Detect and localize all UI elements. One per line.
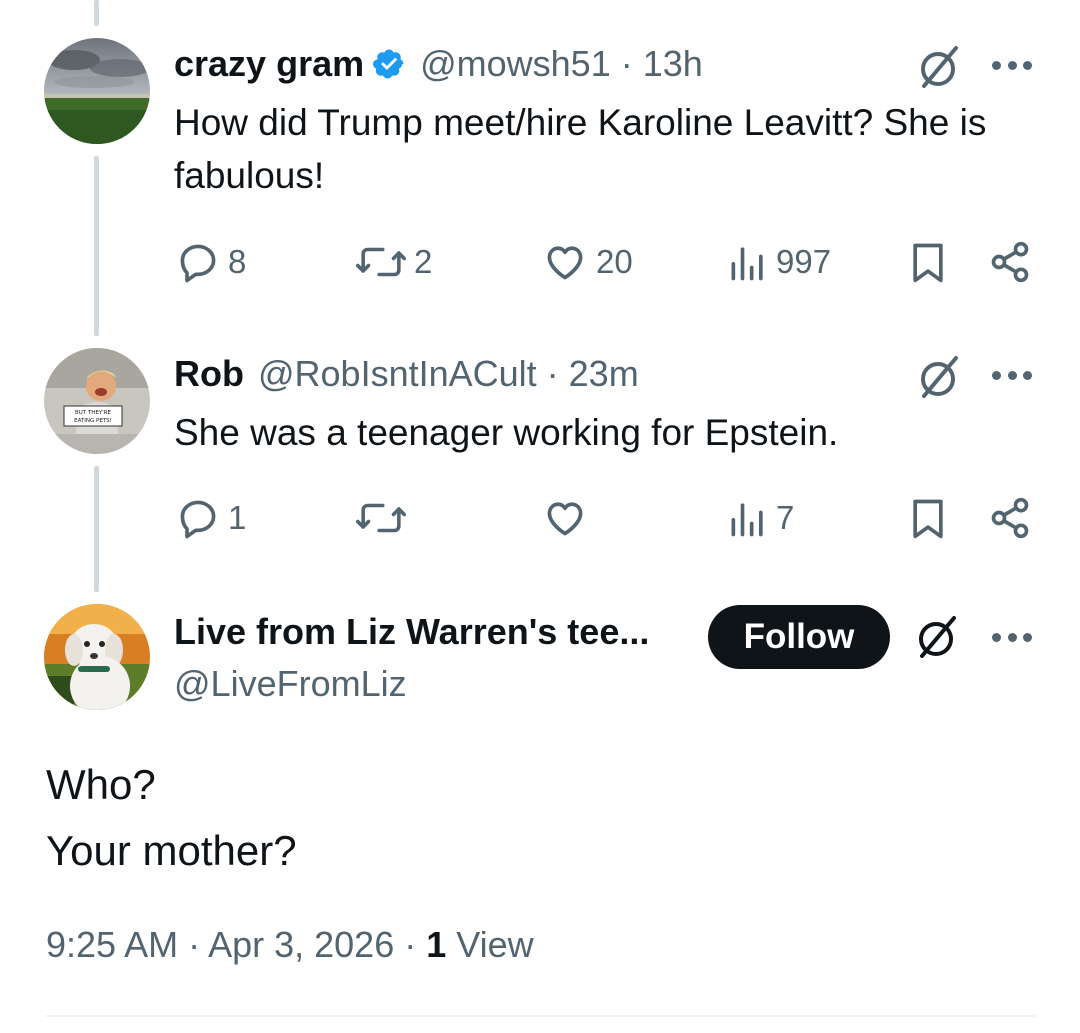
display-name[interactable]: crazy gram [174,42,364,86]
timestamp[interactable]: 23m [569,352,639,396]
reply-header: crazy gram @mowsh51 · 13h [174,42,703,86]
divider [46,1015,1036,1017]
avatar[interactable] [44,604,150,710]
handle[interactable]: @mowsh51 [420,42,611,86]
bookmark-icon [913,243,943,283]
like-icon [547,246,583,280]
views-icon [731,247,763,281]
follow-button[interactable]: Follow [708,605,890,669]
views-count: 997 [776,243,832,280]
reply-count: 8 [228,243,247,280]
timestamp[interactable]: 13h [643,42,703,86]
avatar[interactable]: BUT THEY'RE EATING PETS! [44,348,150,454]
post-views-label: View [446,924,534,965]
grok-icon[interactable] [916,354,962,400]
svg-text:BUT THEY'RE: BUT THEY'RE [75,410,112,416]
grok-icon[interactable] [914,614,960,660]
bookmark-action[interactable] [908,496,948,540]
thread-line-1 [94,156,99,336]
reply-icon [180,244,216,283]
reply-action[interactable]: 8 [176,240,246,284]
share-icon [991,497,1029,539]
bookmark-icon [913,499,943,539]
reply-count: 1 [228,499,247,536]
views-icon [731,503,763,537]
like-count: 20 [596,243,633,280]
avatar[interactable] [44,38,150,144]
tweet-text: How did Trump meet/hire Karoline Leavitt… [174,102,987,196]
thread-line-2 [94,466,99,592]
repost-icon [356,503,406,533]
main-post-handle-row: @LiveFromLiz [174,662,407,706]
more-options-icon[interactable] [992,59,1032,71]
display-name[interactable]: Live from Liz Warren's tee... [174,610,649,654]
more-options-icon[interactable] [992,369,1032,381]
like-action[interactable] [542,496,588,540]
reply-header: Rob @RobIsntInACult · 23m [174,352,639,396]
share-action[interactable] [988,240,1032,284]
reply-action[interactable]: 1 [176,496,246,540]
share-action[interactable] [988,496,1032,540]
repost-action[interactable]: 2 [356,240,432,284]
more-options-icon[interactable] [992,631,1032,643]
views-action[interactable]: 7 [728,496,794,540]
separator-dot: · [620,43,633,84]
post-meta: 9:25 AM · Apr 3, 2026 · 1 View [46,920,534,970]
handle[interactable]: @RobIsntInACult [258,352,537,396]
main-post-line: Your mother? [46,827,297,874]
repost-action[interactable] [356,496,406,540]
like-action[interactable]: 20 [542,240,633,284]
display-name[interactable]: Rob [174,352,244,396]
repost-icon [356,247,406,277]
post-timestamp[interactable]: 9:25 AM · Apr 3, 2026 · [46,924,426,965]
main-post-line: Who? [46,761,156,808]
share-icon [991,241,1029,283]
reply-icon [180,500,216,539]
tweet-text: She was a teenager working for Epstein. [174,412,839,453]
like-icon [547,502,583,536]
grok-icon[interactable] [916,44,962,90]
thread-page: crazy gram @mowsh51 · 13h How did Trump … [0,0,1080,1033]
views-action[interactable]: 997 [728,240,831,284]
svg-text:EATING PETS!: EATING PETS! [74,418,112,424]
main-post-header: Live from Liz Warren's tee... [174,610,649,654]
post-views-count[interactable]: 1 [426,924,446,965]
verified-badge-icon [372,47,406,81]
handle[interactable]: @LiveFromLiz [174,662,407,706]
repost-count: 2 [414,243,433,280]
views-count: 7 [776,499,795,536]
thread-line-top [94,0,99,26]
separator-dot: · [546,353,559,394]
main-post-text: Who? Your mother? [46,752,1036,884]
bookmark-action[interactable] [908,240,948,284]
